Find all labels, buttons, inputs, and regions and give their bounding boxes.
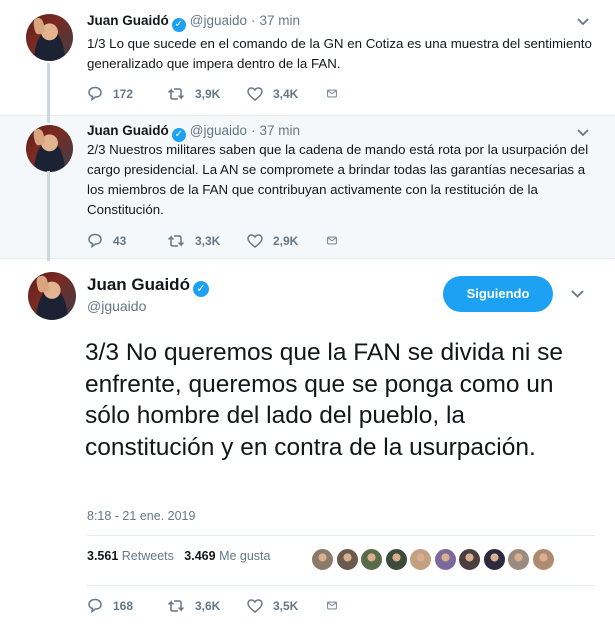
retweet-button[interactable]: 3,6K bbox=[167, 599, 247, 613]
heart-icon bbox=[247, 233, 263, 248]
main-tweet-actions: 168 3,6K 3,5K bbox=[87, 598, 347, 613]
divider bbox=[87, 585, 595, 586]
liker-avatar[interactable] bbox=[311, 548, 334, 571]
author-name[interactable]: Juan Guaidó bbox=[87, 13, 169, 28]
separator-dot: · bbox=[251, 123, 256, 138]
author-name-row: Juan Guaidó ✓ bbox=[87, 275, 209, 297]
engagement-stats: 3.561 Retweets 3.469 Me gusta bbox=[87, 549, 270, 563]
tweet-time[interactable]: 37 min bbox=[260, 13, 301, 28]
author-handle[interactable]: @jguaido bbox=[87, 298, 146, 314]
heart-icon bbox=[247, 86, 263, 101]
separator-dot: · bbox=[251, 13, 256, 28]
like-count: 2,9K bbox=[273, 233, 299, 248]
retweet-button[interactable]: 3,9K bbox=[167, 87, 247, 101]
like-count: 3,4K bbox=[273, 86, 299, 101]
liker-avatar[interactable] bbox=[335, 548, 359, 571]
avatar[interactable] bbox=[28, 272, 76, 320]
author-handle[interactable]: @jguaido bbox=[190, 123, 247, 138]
author-name[interactable]: Juan Guaidó bbox=[87, 123, 169, 138]
reply-icon bbox=[88, 598, 102, 613]
retweet-count: 3,6K bbox=[195, 598, 221, 613]
tweet-actions: 43 3,3K 2,9K bbox=[87, 233, 347, 248]
retweet-button[interactable]: 3,3K bbox=[167, 234, 247, 248]
reply-icon bbox=[88, 233, 102, 248]
reply-count: 168 bbox=[113, 598, 134, 613]
reply-button[interactable]: 43 bbox=[87, 233, 167, 248]
tweet-header: Juan Guaidó ✓ @jguaido · 37 min bbox=[87, 13, 300, 32]
liker-avatar[interactable] bbox=[433, 548, 457, 571]
like-count: 3,5K bbox=[273, 598, 299, 613]
chevron-down-icon[interactable] bbox=[577, 126, 589, 140]
liker-avatar[interactable] bbox=[482, 548, 506, 571]
liker-avatars bbox=[311, 548, 556, 571]
tweet-2[interactable]: Juan Guaidó ✓ @jguaido · 37 min 2/3 Nuestros… bbox=[0, 115, 615, 259]
heart-icon bbox=[247, 598, 263, 613]
tweet-time[interactable]: 37 min bbox=[260, 123, 301, 138]
retweet-icon bbox=[167, 599, 185, 612]
retweet-icon bbox=[167, 234, 185, 247]
envelope-icon bbox=[327, 601, 337, 610]
liker-avatar[interactable] bbox=[507, 548, 530, 571]
avatar[interactable] bbox=[26, 14, 73, 61]
retweet-count: 3,3K bbox=[195, 233, 221, 248]
reply-count: 43 bbox=[113, 233, 127, 248]
avatar[interactable] bbox=[26, 125, 73, 172]
verified-badge-icon: ✓ bbox=[171, 18, 186, 32]
like-button[interactable]: 3,5K bbox=[247, 599, 327, 613]
following-button[interactable]: Siguiendo bbox=[443, 276, 553, 312]
author-name[interactable]: Juan Guaidó bbox=[87, 275, 190, 294]
retweets-stat[interactable]: 3.561 Retweets bbox=[87, 549, 174, 563]
like-button[interactable]: 3,4K bbox=[247, 87, 327, 101]
thread-connector bbox=[47, 171, 50, 261]
tweet-actions: 172 3,9K 3,4K bbox=[87, 86, 347, 101]
liker-avatar[interactable] bbox=[360, 548, 383, 571]
like-button[interactable]: 2,9K bbox=[247, 234, 327, 248]
main-tweet-text: 3/3 No queremos que la FAN se divida ni … bbox=[85, 339, 564, 461]
envelope-icon bbox=[327, 89, 337, 98]
reply-icon bbox=[88, 86, 102, 101]
direct-message-button[interactable] bbox=[327, 234, 347, 247]
chevron-down-icon[interactable] bbox=[571, 287, 584, 301]
tweet-timestamp[interactable]: 8:18 - 21 ene. 2019 bbox=[87, 509, 195, 523]
reply-button[interactable]: 168 bbox=[87, 598, 167, 613]
liker-avatar[interactable] bbox=[409, 548, 432, 571]
thread-connector bbox=[47, 63, 50, 123]
envelope-icon bbox=[327, 236, 337, 245]
retweet-icon bbox=[167, 87, 185, 100]
liker-avatar[interactable] bbox=[531, 548, 555, 571]
direct-message-button[interactable] bbox=[327, 87, 347, 100]
direct-message-button[interactable] bbox=[327, 599, 347, 612]
tweet-1[interactable]: Juan Guaidó ✓ @jguaido · 37 min 1/3 Lo que s… bbox=[0, 0, 615, 115]
verified-badge-icon: ✓ bbox=[192, 281, 209, 297]
reply-count: 172 bbox=[113, 86, 134, 101]
likes-stat[interactable]: 3.469 Me gusta bbox=[184, 549, 270, 563]
author-handle[interactable]: @jguaido bbox=[190, 13, 247, 28]
tweet-text: 1/3 Lo que sucede en el comando de la GN… bbox=[87, 36, 592, 71]
liker-avatar[interactable] bbox=[384, 548, 408, 571]
divider bbox=[87, 535, 595, 536]
chevron-down-icon[interactable] bbox=[577, 15, 589, 29]
tweet-text: 2/3 Nuestros militares saben que la cade… bbox=[87, 142, 589, 217]
reply-button[interactable]: 172 bbox=[87, 86, 167, 101]
retweet-count: 3,9K bbox=[195, 86, 221, 101]
liker-avatar[interactable] bbox=[458, 548, 481, 571]
